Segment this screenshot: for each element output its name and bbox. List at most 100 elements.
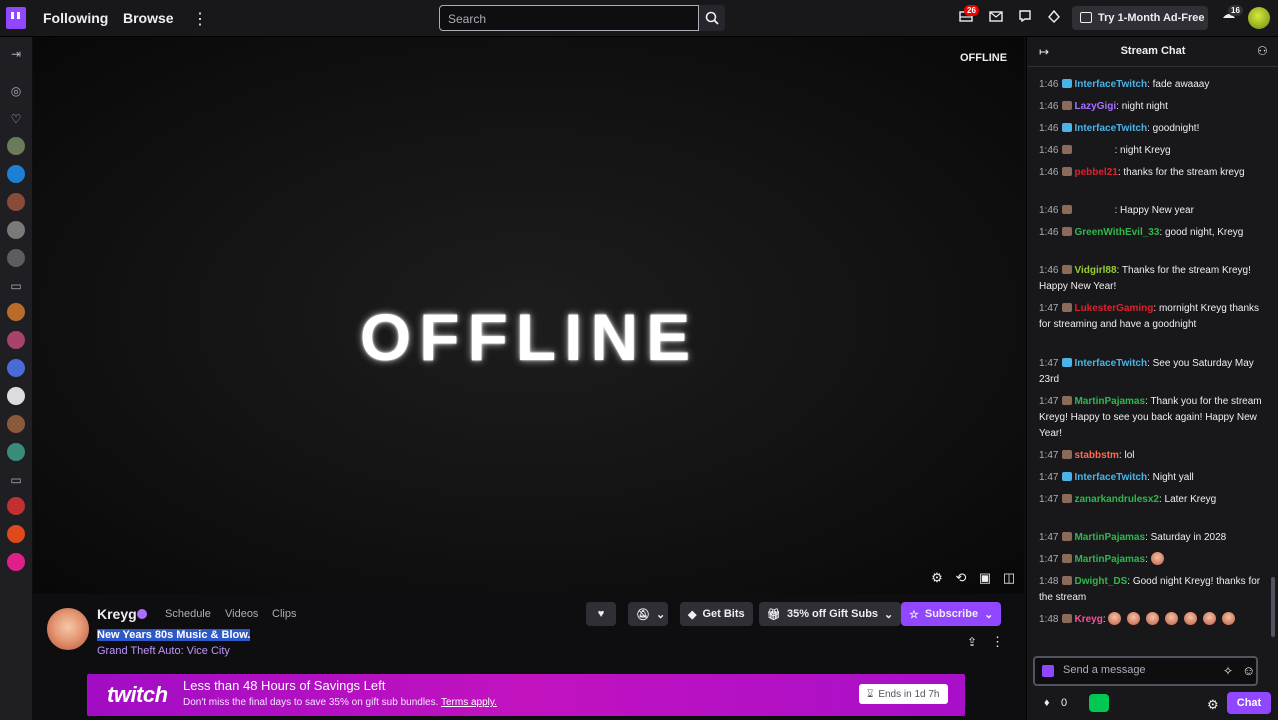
chat-username[interactable]: InterfaceTwitch xyxy=(1074,79,1147,90)
chat-username[interactable] xyxy=(1074,205,1114,216)
search-input[interactable]: Search xyxy=(439,5,699,31)
chat-username[interactable]: LazyGigi xyxy=(1074,101,1116,112)
chat-username[interactable]: stabbstm xyxy=(1074,450,1118,461)
chat-username[interactable]: zanarkandrulesx2 xyxy=(1074,494,1159,505)
tab-schedule[interactable]: Schedule xyxy=(165,608,211,620)
bell-icon: 🔕︎ xyxy=(636,608,650,621)
chat-input-placeholder: Send a message xyxy=(1063,664,1146,676)
chat-text: good night, Kreyg xyxy=(1164,227,1244,238)
followed-channel-avatar[interactable] xyxy=(7,193,25,211)
following-link[interactable]: Following xyxy=(43,10,108,26)
offline-screen-text: OFFLINE xyxy=(359,300,699,374)
chat-send-button[interactable]: Chat xyxy=(1227,692,1271,714)
user-avatar[interactable] xyxy=(1248,7,1270,29)
share-icon[interactable]: ⇪ xyxy=(967,635,977,649)
chat-username[interactable]: Dwight_DS xyxy=(1074,576,1127,587)
theatre-mode-icon[interactable]: ▣ xyxy=(978,571,992,585)
chat-username[interactable]: LukesterGaming xyxy=(1074,303,1153,314)
whispers-icon[interactable] xyxy=(988,10,1004,26)
chat-text: Good night Kreyg! thanks for the stream xyxy=(1039,576,1261,603)
game-link[interactable]: Grand Theft Auto: Vice City xyxy=(97,645,230,657)
chat-username[interactable]: MartinPajamas xyxy=(1074,554,1145,565)
subscribe-button[interactable]: ☆ Subscribe ⌄ xyxy=(901,602,1002,626)
followed-channel-avatar[interactable] xyxy=(7,525,25,543)
terms-link[interactable]: Terms apply. xyxy=(441,697,497,708)
chat-panel: ↦ Stream Chat ⚇ 1:46 InterfaceTwitch: fad… xyxy=(1026,37,1278,720)
chat-username[interactable]: MartinPajamas xyxy=(1074,396,1145,407)
chat-username[interactable]: InterfaceTwitch xyxy=(1074,358,1147,369)
followed-channel-avatar[interactable] xyxy=(7,221,25,239)
channel-avatar[interactable] xyxy=(45,606,91,652)
chat-username[interactable]: pebbel21 xyxy=(1074,167,1117,178)
channel-points-count: 0 xyxy=(1061,697,1068,709)
chat-input[interactable]: Send a message ✧ ☺ xyxy=(1033,656,1258,686)
prediction-icon[interactable] xyxy=(1089,694,1109,712)
promo-banner[interactable]: twitch Less than 48 Hours of Savings Lef… xyxy=(87,674,965,716)
community-icon[interactable]: ⚇ xyxy=(1257,44,1268,58)
emote-icon xyxy=(1165,612,1179,625)
chat-message: 1:47 MartinPajamas: Saturday in 2028 xyxy=(1039,532,1227,543)
followed-channel-avatar[interactable] xyxy=(7,137,25,155)
chat-message: 1:46 InterfaceTwitch: fade awaaay xyxy=(1039,79,1210,90)
chat-badge-icon xyxy=(1062,123,1073,132)
followed-channel-avatar[interactable] xyxy=(7,497,25,515)
fullscreen-icon[interactable]: ◫ xyxy=(1002,571,1016,585)
get-bits-button[interactable]: ◆ Get Bits xyxy=(680,602,753,626)
tab-videos[interactable]: Videos xyxy=(225,608,258,620)
chat-settings-icon[interactable]: ⚙ xyxy=(1207,697,1219,713)
bits-icon[interactable]: ✧ xyxy=(1223,664,1233,678)
chat-username[interactable]: InterfaceTwitch xyxy=(1074,123,1147,134)
chat-badge-icon xyxy=(1062,265,1073,274)
followed-channel-avatar[interactable] xyxy=(7,387,25,405)
follow-button[interactable]: ♥ xyxy=(586,602,616,626)
chat-username[interactable]: InterfaceTwitch xyxy=(1074,472,1147,483)
followed-channel-avatar[interactable] xyxy=(7,165,25,183)
settings-icon[interactable]: ⚙ xyxy=(930,571,944,585)
chat-text: Thank you for the stream Kreyg! Happy to… xyxy=(1039,396,1262,439)
chat-timestamp: 1:47 xyxy=(1039,472,1059,483)
chat-badge-icon xyxy=(1062,472,1073,481)
bits-icon: ◆ xyxy=(688,608,697,621)
followed-channel-avatar[interactable] xyxy=(7,443,25,461)
emote-picker-icon[interactable]: ☺ xyxy=(1242,663,1255,678)
chat-username[interactable]: Vidgirl88 xyxy=(1074,265,1116,276)
expand-sidebar-icon[interactable]: ⇥ xyxy=(9,47,23,61)
ad-free-label: Try 1-Month Ad-Free xyxy=(1098,12,1205,24)
chat-username[interactable]: Kreyg xyxy=(1074,614,1102,625)
channel-name[interactable]: Kreyg xyxy=(97,606,137,622)
chat-text: Saturday in 2028 xyxy=(1150,532,1227,543)
twitch-logo-icon[interactable] xyxy=(6,7,26,29)
bits-input-icon[interactable] xyxy=(1042,665,1054,677)
chat-badge-icon xyxy=(1062,227,1073,236)
activity-feed-icon[interactable] xyxy=(1017,10,1033,26)
tab-clips[interactable]: Clips xyxy=(272,608,296,620)
browse-link[interactable]: Browse xyxy=(123,10,174,26)
chat-header: ↦ Stream Chat ⚇ xyxy=(1027,37,1278,67)
followed-channel-avatar[interactable] xyxy=(7,249,25,267)
chat-message: 1:46 InterfaceTwitch: goodnight! xyxy=(1039,123,1200,134)
chat-message: 1:47 zanarkandrulesx2: Later Kreyg xyxy=(1039,494,1217,505)
chat-username[interactable]: GreenWithEvil_33 xyxy=(1074,227,1159,238)
notification-bell-button[interactable]: 🔕︎ ⌄ xyxy=(628,602,668,626)
heart-icon: ♥ xyxy=(597,608,605,620)
chat-username[interactable]: MartinPajamas xyxy=(1074,532,1145,543)
followed-channel-avatar[interactable] xyxy=(7,415,25,433)
banner-subtitle-text: Don't miss the final days to save 35% on… xyxy=(183,697,439,708)
ad-free-button[interactable]: Try 1-Month Ad-Free xyxy=(1072,6,1208,30)
followed-channel-avatar[interactable] xyxy=(7,553,25,571)
more-menu-icon[interactable]: ⋮ xyxy=(192,9,208,29)
chat-message: 1:47 LukesterGaming: mornight Kreyg thank… xyxy=(1039,303,1260,330)
crown-icon[interactable] xyxy=(1046,9,1062,26)
chat-scrollbar[interactable] xyxy=(1271,577,1275,637)
video-player[interactable]: OFFLINE OFFLINE ⚙ ⟲ ▣ ◫ xyxy=(33,37,1024,594)
search-button[interactable] xyxy=(699,5,725,31)
gift-subs-button[interactable]: 🎁︎ 35% off Gift Subs ⌄ xyxy=(759,602,902,626)
chat-badge-icon xyxy=(1062,396,1073,405)
more-options-icon[interactable]: ⋮ xyxy=(991,634,1004,650)
clip-icon[interactable]: ⟲ xyxy=(954,571,968,585)
chat-timestamp: 1:47 xyxy=(1039,554,1059,565)
chat-username[interactable] xyxy=(1074,145,1114,156)
chat-timestamp: 1:48 xyxy=(1039,576,1059,587)
chat-timestamp: 1:47 xyxy=(1039,303,1059,314)
channel-points-icon[interactable]: ♦ xyxy=(1044,697,1050,709)
